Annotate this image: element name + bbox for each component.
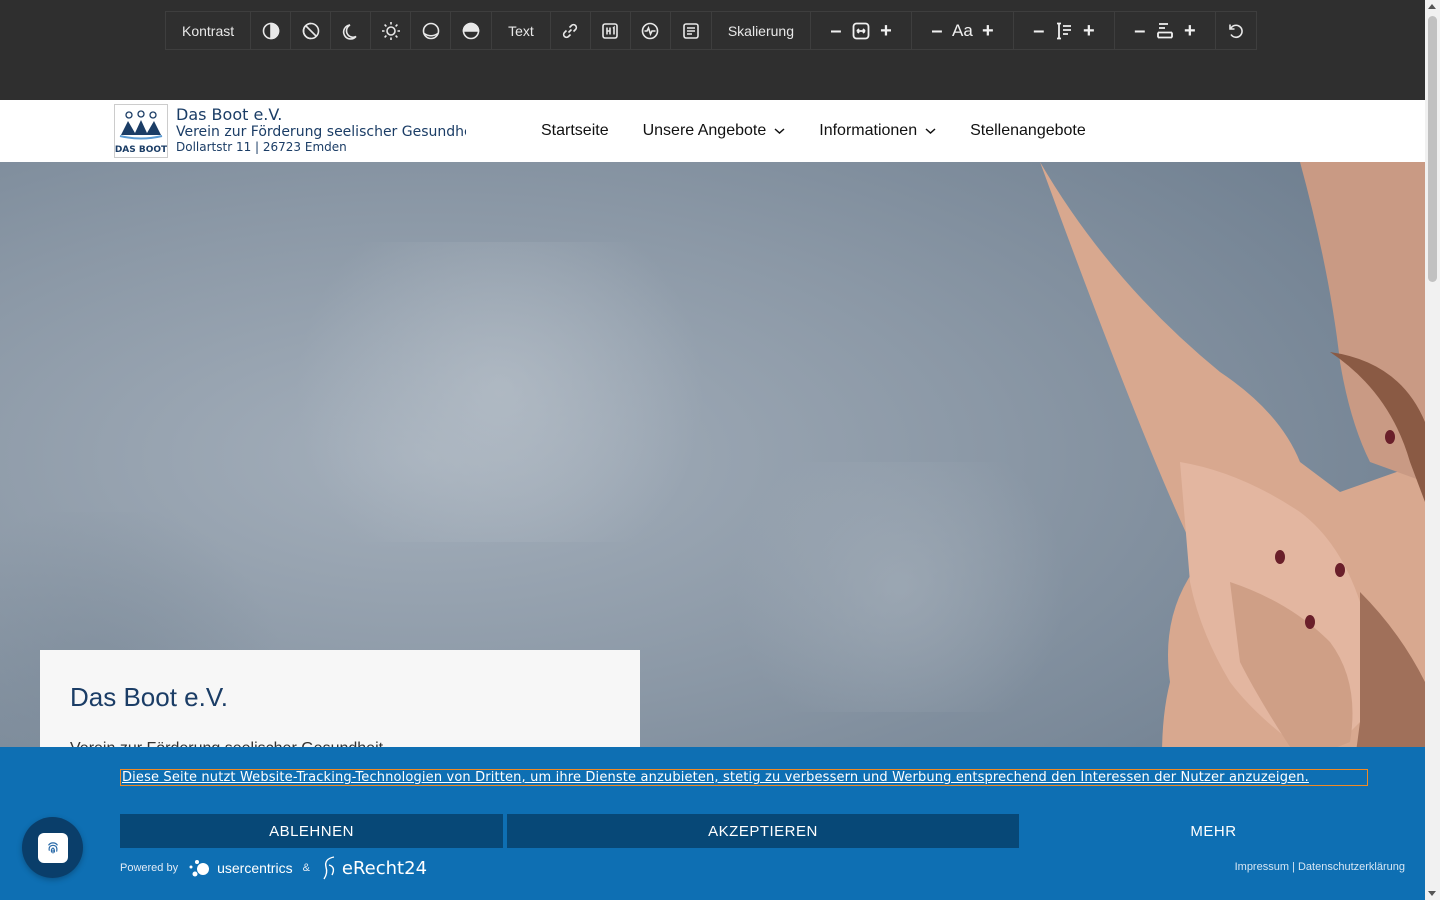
- text-label: Text: [492, 12, 551, 49]
- usercentrics-text: usercentrics: [217, 860, 293, 876]
- brand-block[interactable]: Das Boot e.V. Verein zur Förderung seeli…: [176, 106, 466, 155]
- powered-by: Powered by usercentrics & eRecht24: [120, 855, 427, 881]
- highlight-headings-button[interactable]: [591, 12, 631, 49]
- font-size-decrease[interactable]: –: [930, 21, 944, 41]
- scroll-down-arrow[interactable]: [1428, 891, 1436, 896]
- nav-item-unsere-angebote[interactable]: Unsere Angebote: [643, 122, 786, 140]
- decline-button[interactable]: ABLEHNEN: [120, 814, 503, 848]
- erecht24-swirl-icon: [323, 856, 335, 880]
- fingerprint-icon: [47, 841, 58, 853]
- font-size-increase[interactable]: +: [981, 21, 995, 41]
- brand-tagline: Verein zur Förderung seelischer Gesundhe…: [176, 124, 466, 140]
- more-button[interactable]: MEHR: [1022, 814, 1405, 848]
- reset-settings-button[interactable]: [1216, 12, 1256, 49]
- letter-spacing-icon: [1156, 22, 1173, 38]
- content-scale-stepper: – +: [811, 12, 912, 49]
- scroll-thumb[interactable]: [1428, 16, 1437, 282]
- brand-name: Das Boot e.V.: [176, 105, 283, 124]
- erecht24-logo[interactable]: eRecht24: [320, 855, 427, 881]
- high-saturation-button[interactable]: [451, 12, 491, 49]
- privacy-link[interactable]: Datenschutzerklärung: [1298, 861, 1405, 873]
- legal-links: Impressum | Datenschutzerklärung: [1235, 861, 1405, 873]
- logo-text: DAS BOOT: [115, 145, 167, 155]
- letter-spacing-stepper: – +: [1115, 12, 1216, 49]
- chevron-down-icon: [774, 128, 785, 135]
- imprint-link[interactable]: Impressum: [1235, 861, 1289, 873]
- line-height-icon: [1056, 22, 1071, 39]
- letter-spacing-decrease[interactable]: –: [1133, 21, 1147, 41]
- cookie-message-link[interactable]: Diese Seite nutzt Website-Tracking-Techn…: [120, 769, 1368, 786]
- no-color-icon: [302, 22, 319, 39]
- text-group: Text: [492, 12, 712, 49]
- boat-logo-icon: DAS BOOT: [115, 110, 168, 155]
- contrast-group: Kontrast: [166, 12, 493, 49]
- dark-contrast-button[interactable]: [251, 12, 292, 49]
- scale-label: Skalierung: [712, 12, 811, 49]
- nav-item-label: Unsere Angebote: [642, 122, 767, 139]
- usercentrics-dots-icon: [189, 860, 210, 877]
- chevron-down-icon: [925, 128, 936, 135]
- powered-by-label: Powered by: [120, 862, 179, 874]
- dark-mode-button[interactable]: [331, 12, 372, 49]
- nav-item-label: Startseite: [541, 122, 609, 139]
- accept-button[interactable]: AKZEPTIEREN: [507, 814, 1019, 848]
- font-size-stepper: – Aa +: [912, 12, 1014, 49]
- nav-item-informationen[interactable]: Informationen: [819, 122, 936, 140]
- sun-icon: [381, 21, 400, 40]
- light-mode-button[interactable]: [371, 12, 412, 49]
- readable-font-button[interactable]: [631, 12, 671, 49]
- hero-texture: [250, 242, 750, 542]
- link-icon: [563, 23, 578, 38]
- half-circle-icon: [262, 22, 279, 39]
- line-height-stepper: – +: [1014, 12, 1115, 49]
- main-navigation: Startseite Unsere Angebote Informationen…: [541, 100, 1086, 162]
- arrows-horizontal-icon: [852, 22, 870, 39]
- paragraph-icon: [683, 22, 699, 39]
- accessibility-controls: Kontrast Text Skalierung – + – Aa + – + …: [165, 11, 1257, 50]
- readable-font-icon: [642, 22, 659, 39]
- site-logo[interactable]: DAS BOOT: [114, 104, 168, 158]
- line-height-decrease[interactable]: –: [1032, 21, 1046, 41]
- page-scrollbar[interactable]: [1425, 0, 1440, 900]
- high-saturation-icon: [462, 22, 480, 39]
- low-saturation-icon: [422, 22, 439, 39]
- ampersand: &: [302, 862, 310, 874]
- text-summary-button[interactable]: [671, 12, 711, 49]
- contrast-label: Kontrast: [166, 12, 252, 49]
- line-height-increase[interactable]: +: [1082, 21, 1096, 41]
- reset-icon: [1228, 24, 1243, 38]
- accessibility-toolbar: Kontrast Text Skalierung – + – Aa + – + …: [0, 0, 1425, 100]
- nav-item-label: Stellenangebote: [970, 122, 1086, 139]
- content-scale-increase[interactable]: +: [879, 21, 893, 41]
- hero-title: Das Boot e.V.: [70, 682, 229, 712]
- highlight-links-button[interactable]: [551, 12, 591, 49]
- nav-item-label: Informationen: [819, 122, 918, 139]
- site-header: DAS BOOT Das Boot e.V. Verein zur Förder…: [0, 100, 1425, 162]
- font-size-label: Aa: [951, 20, 973, 40]
- low-saturation-button[interactable]: [411, 12, 452, 49]
- fingerprint-badge: [37, 832, 68, 863]
- erecht24-text: eRecht24: [341, 857, 428, 879]
- privacy-settings-button[interactable]: [22, 817, 83, 878]
- usercentrics-logo[interactable]: usercentrics: [188, 857, 293, 879]
- scroll-up-arrow[interactable]: [1428, 4, 1436, 9]
- brand-address: Dollartstr 11 | 26723 Emden: [176, 140, 347, 154]
- content-scale-decrease[interactable]: –: [829, 21, 843, 41]
- heading-icon: [602, 22, 619, 39]
- letter-spacing-increase[interactable]: +: [1183, 21, 1197, 41]
- nav-item-startseite[interactable]: Startseite: [541, 122, 609, 140]
- moon-icon: [342, 23, 357, 40]
- monochrome-button[interactable]: [291, 12, 332, 49]
- legal-separator: |: [1292, 861, 1295, 873]
- cookie-banner: Diese Seite nutzt Website-Tracking-Techn…: [0, 747, 1425, 900]
- nav-item-stellenangebote[interactable]: Stellenangebote: [970, 122, 1086, 140]
- scale-group: Skalierung – + – Aa + – + – +: [712, 12, 1256, 49]
